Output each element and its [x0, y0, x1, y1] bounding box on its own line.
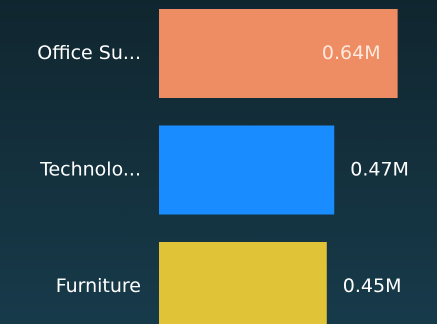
category-label: Office Su... — [37, 42, 141, 64]
value-label: 0.64M — [322, 42, 381, 64]
category-label: Furniture — [56, 275, 141, 297]
category-label: Technolo... — [39, 159, 141, 181]
bar[interactable] — [159, 125, 335, 215]
value-label: 0.47M — [350, 159, 409, 181]
bar-chart: Office Su... 0.64M Technolo... 0.47M Furnitu… — [37, 9, 409, 324]
value-label: 0.45M — [343, 275, 402, 297]
bar[interactable] — [159, 242, 327, 324]
